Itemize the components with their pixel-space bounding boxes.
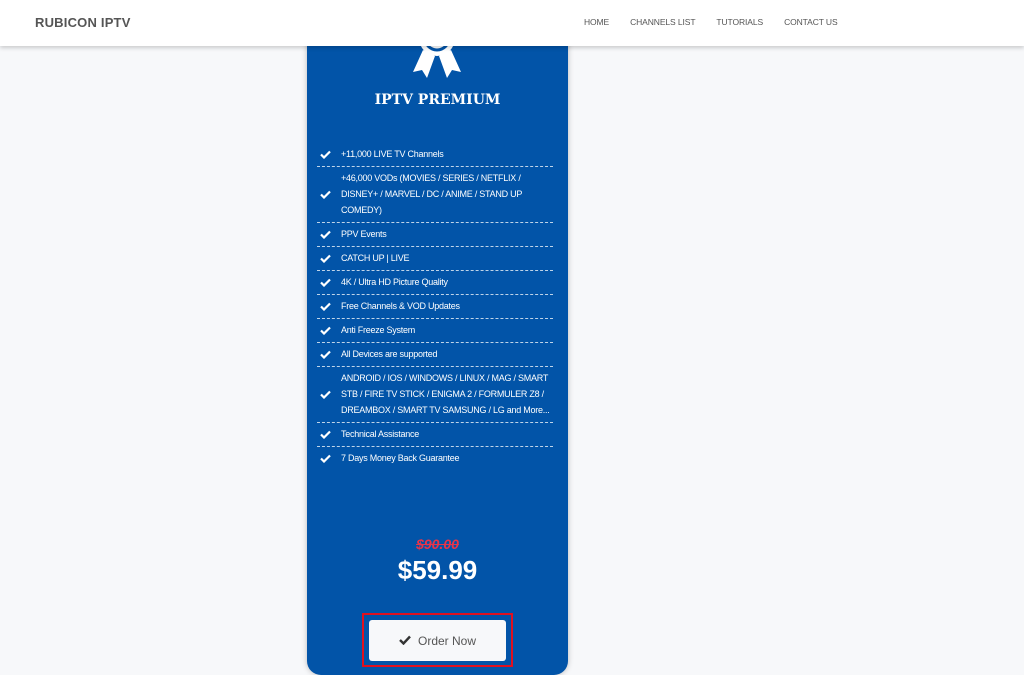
feature-item: ANDROID / IOS / WINDOWS / LINUX / MAG / … (317, 367, 553, 423)
nav-contact-us[interactable]: CONTACT US (784, 17, 838, 27)
check-icon (320, 390, 332, 399)
feature-item: Anti Freeze System (317, 319, 553, 343)
feature-item: +11,000 LIVE TV Channels (317, 143, 553, 167)
pricing-card: IPTV PREMIUM +11,000 LIVE TV Channels +46… (307, 20, 568, 675)
check-icon (320, 230, 332, 239)
check-icon (320, 350, 332, 359)
feature-item: Free Channels & VOD Updates (317, 295, 553, 319)
feature-item: Technical Assistance (317, 423, 553, 447)
order-now-label: Order Now (417, 633, 476, 648)
feature-text: +46,000 VODs (MOVIES / SERIES / NETFLIX … (341, 173, 522, 215)
check-icon (320, 254, 332, 263)
feature-text: All Devices are supported (341, 349, 438, 359)
main-nav: HOME CHANNELS LIST TUTORIALS CONTACT US (584, 17, 859, 27)
nav-tutorials[interactable]: TUTORIALS (716, 17, 763, 27)
plan-title: IPTV PREMIUM (374, 92, 501, 108)
feature-item: PPV Events (317, 223, 553, 247)
top-navbar: RUBICON IPTV HOME CHANNELS LIST TUTORIAL… (0, 0, 1024, 46)
feature-text: CATCH UP | LIVE (341, 253, 410, 263)
feature-text: 7 Days Money Back Guarantee (341, 453, 460, 464)
feature-item: 4K / Ultra HD Picture Quality (317, 271, 553, 295)
check-icon (320, 430, 332, 439)
current-price: $59.99 (397, 555, 478, 585)
feature-item: 7 Days Money Back Guarantee (317, 447, 553, 471)
order-now-button[interactable]: Order Now (369, 620, 506, 661)
check-icon (320, 326, 332, 335)
check-icon (320, 150, 332, 159)
site-brand[interactable]: RUBICON IPTV (35, 15, 131, 30)
check-icon (399, 634, 411, 648)
feature-item: +46,000 VODs (MOVIES / SERIES / NETFLIX … (317, 167, 553, 223)
old-price: $90.00 (416, 536, 459, 552)
check-icon (320, 302, 332, 311)
feature-text: Technical Assistance (341, 429, 420, 439)
feature-text: Free Channels & VOD Updates (341, 301, 460, 311)
feature-item: All Devices are supported (317, 343, 553, 367)
feature-item: CATCH UP | LIVE (317, 247, 553, 271)
check-icon (320, 278, 332, 287)
feature-text: ANDROID / IOS / WINDOWS / LINUX / MAG / … (341, 373, 550, 415)
check-icon (320, 454, 332, 463)
feature-list: +11,000 LIVE TV Channels +46,000 VODs (MO… (317, 143, 553, 471)
feature-text: 4K / Ultra HD Picture Quality (341, 277, 448, 287)
nav-channels-list[interactable]: CHANNELS LIST (630, 17, 695, 27)
nav-home[interactable]: HOME (584, 17, 609, 27)
check-icon (320, 190, 332, 199)
feature-text: +11,000 LIVE TV Channels (341, 149, 444, 159)
feature-text: PPV Events (341, 229, 387, 239)
feature-text: Anti Freeze System (341, 325, 416, 335)
